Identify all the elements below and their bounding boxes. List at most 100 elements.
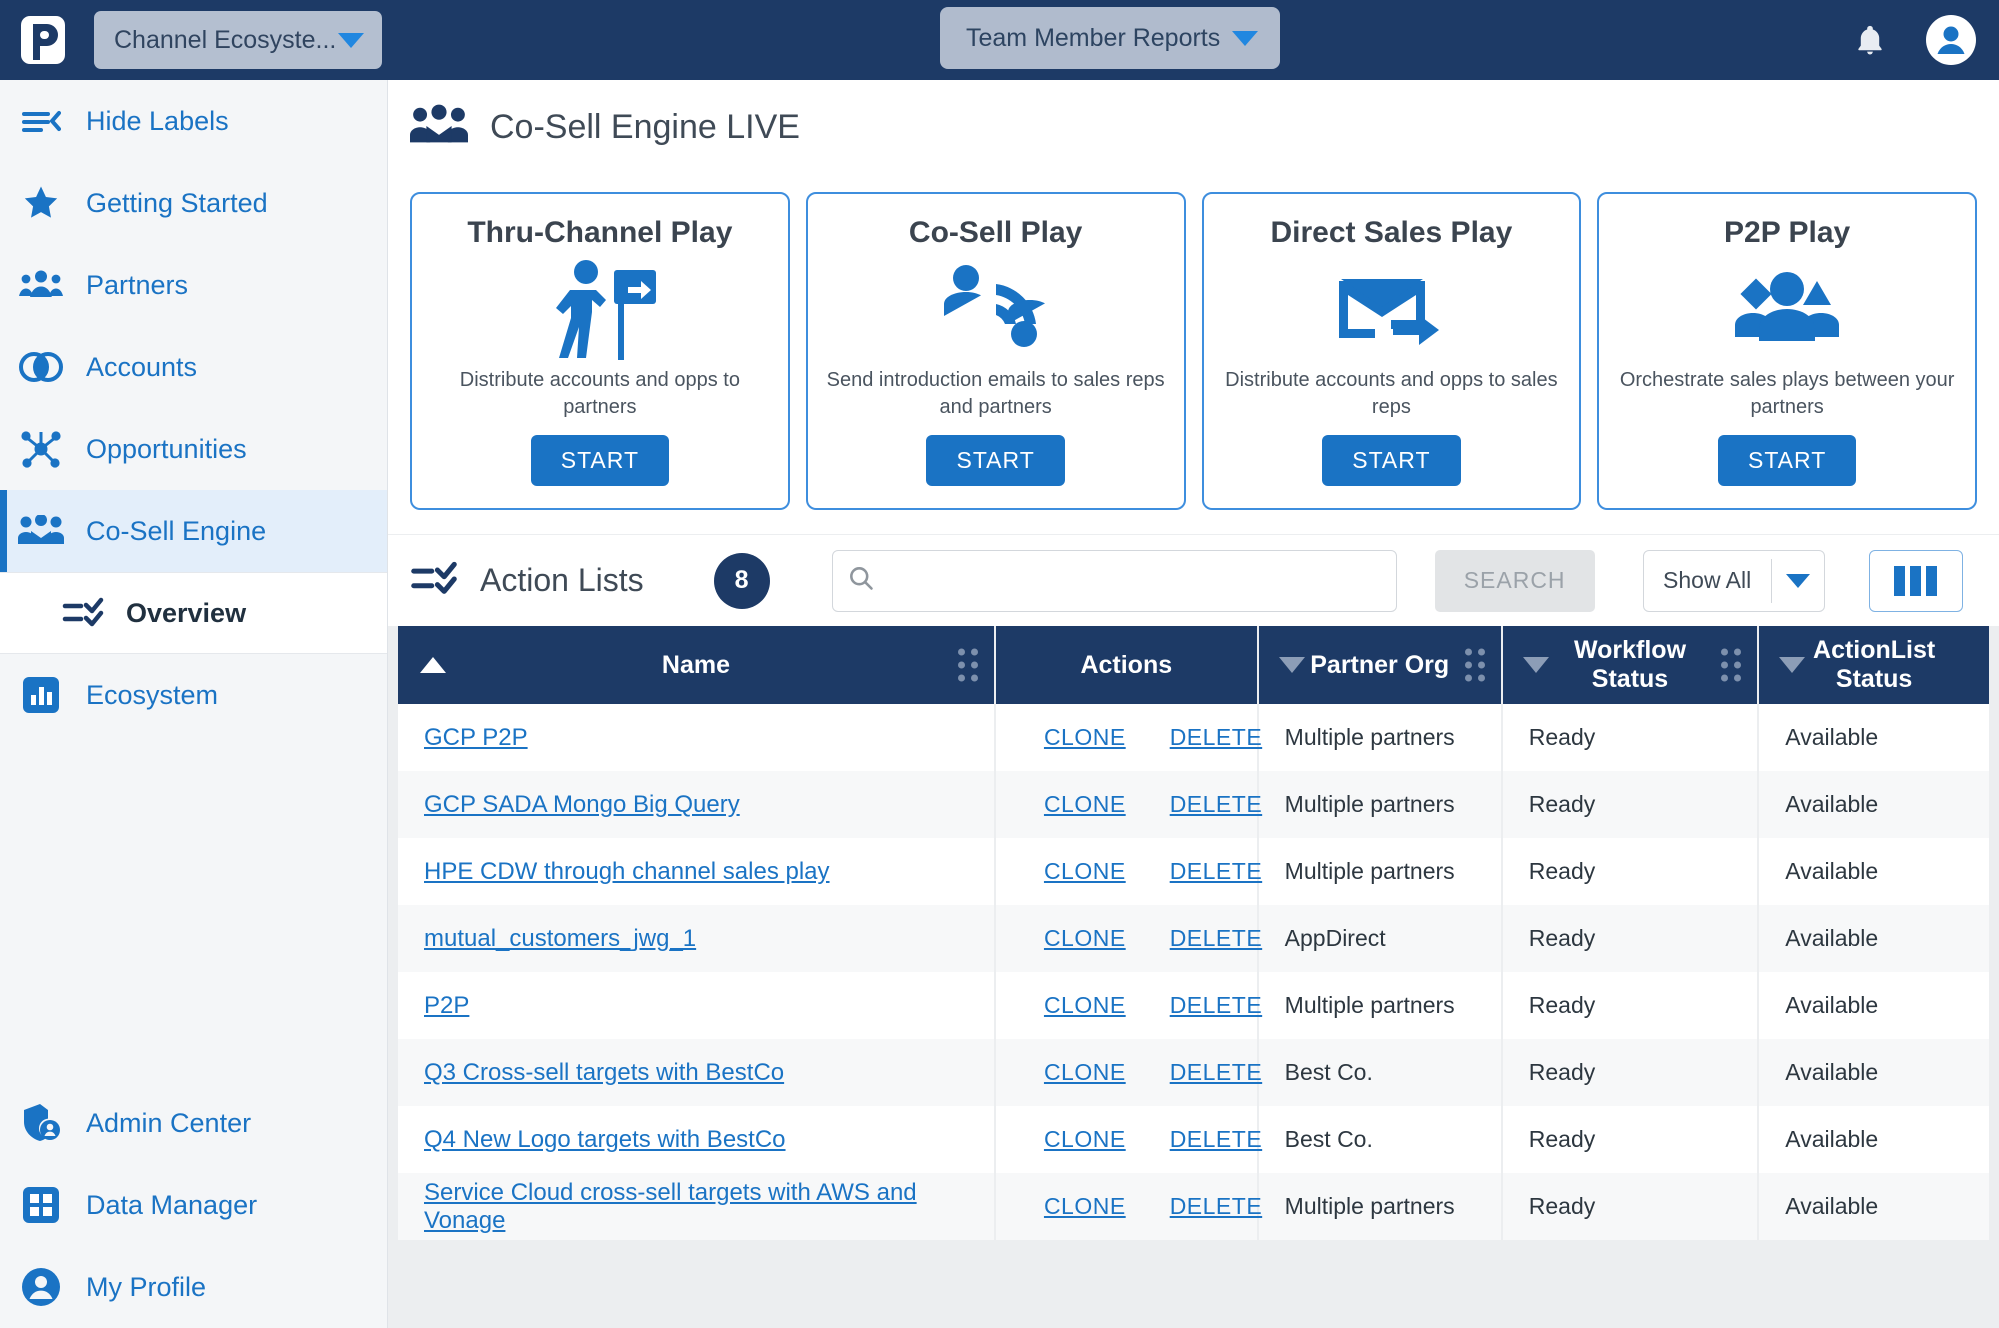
user-circle-icon: [18, 1264, 64, 1310]
delete-link[interactable]: DELETE: [1170, 791, 1262, 817]
filter-select[interactable]: Show All: [1643, 550, 1825, 612]
actionlist-link[interactable]: HPE CDW through channel sales play: [424, 858, 830, 885]
actionlist-link[interactable]: P2P: [424, 992, 469, 1019]
search-button[interactable]: SEARCH: [1435, 550, 1595, 612]
sort-ascending-icon[interactable]: [420, 657, 446, 673]
sidebar-bottom-group: Admin Center Data Manager: [0, 1082, 387, 1328]
sidebar-item-hide-labels[interactable]: Hide Labels: [0, 80, 387, 162]
sidebar-item-label: Admin Center: [86, 1108, 251, 1139]
sidebar-item-partners[interactable]: Partners: [0, 244, 387, 326]
sidebar-subitem-label: Overview: [126, 598, 246, 629]
delete-link[interactable]: DELETE: [1170, 992, 1262, 1018]
chevron-down-icon: [338, 33, 364, 48]
search-box[interactable]: [832, 550, 1397, 612]
sidebar-item-data-manager[interactable]: Data Manager: [0, 1164, 387, 1246]
actionlist-link[interactable]: Q4 New Logo targets with BestCo: [424, 1126, 786, 1153]
table-row[interactable]: Service Cloud cross-sell targets with AW…: [398, 1173, 1989, 1240]
delete-link[interactable]: DELETE: [1170, 858, 1262, 884]
org-selector-value: Channel Ecosyste...: [114, 26, 336, 55]
sidebar-item-co-sell-engine[interactable]: Co-Sell Engine: [0, 490, 387, 572]
column-resize-grip-icon[interactable]: [1465, 649, 1485, 682]
columns-icon[interactable]: [1869, 550, 1963, 612]
sidebar-item-accounts[interactable]: Accounts: [0, 326, 387, 408]
start-button-direct-sales[interactable]: START: [1322, 435, 1460, 486]
table-row[interactable]: GCP P2P CLONE DELETE Multiple partners Re…: [398, 704, 1989, 771]
table-row[interactable]: Q3 Cross-sell targets with BestCo CLONE D…: [398, 1039, 1989, 1106]
column-header-label: ActionList Status: [1813, 636, 1935, 693]
bell-icon[interactable]: [1853, 21, 1887, 59]
cell-workflow-status: Ready: [1503, 704, 1758, 771]
column-header-workflow-status[interactable]: Workflow Status: [1503, 626, 1758, 704]
actionlist-link[interactable]: GCP SADA Mongo Big Query: [424, 791, 740, 818]
cell-partner-org: Best Co.: [1259, 1039, 1501, 1106]
column-header-actions[interactable]: Actions: [996, 626, 1257, 704]
start-button-co-sell[interactable]: START: [926, 435, 1064, 486]
cell-workflow-status: Ready: [1503, 1106, 1758, 1173]
play-card-p2p[interactable]: P2P Play Orchestrate sales plays between…: [1597, 192, 1977, 510]
delete-link[interactable]: DELETE: [1170, 1126, 1262, 1152]
clone-link[interactable]: CLONE: [1044, 1059, 1126, 1085]
clone-link[interactable]: CLONE: [1044, 1193, 1126, 1219]
top-bar: Channel Ecosyste... Team Member Reports: [0, 0, 1999, 80]
column-resize-grip-icon[interactable]: [958, 649, 978, 682]
sort-descending-icon[interactable]: [1779, 657, 1805, 673]
start-button-p2p[interactable]: START: [1718, 435, 1856, 486]
table-row[interactable]: GCP SADA Mongo Big Query CLONEDELETE Mul…: [398, 771, 1989, 838]
sidebar-subitem-overview[interactable]: Overview: [0, 572, 387, 654]
play-card-thru-channel[interactable]: Thru-Channel Play Distribute accounts an…: [410, 192, 790, 510]
sidebar-item-admin-center[interactable]: Admin Center: [0, 1082, 387, 1164]
clone-link[interactable]: CLONE: [1044, 925, 1126, 951]
clone-link[interactable]: CLONE: [1044, 992, 1126, 1018]
actionlist-link[interactable]: GCP P2P: [424, 724, 528, 751]
sort-descending-icon[interactable]: [1279, 657, 1305, 673]
collapse-menu-icon: [18, 98, 64, 144]
action-lists-title: Action Lists: [480, 562, 644, 599]
delete-link[interactable]: DELETE: [1170, 1193, 1262, 1219]
reports-selector[interactable]: Team Member Reports: [940, 7, 1280, 69]
play-card-title: P2P Play: [1724, 216, 1850, 250]
delete-link[interactable]: DELETE: [1170, 1059, 1262, 1085]
play-cards-row: Thru-Channel Play Distribute accounts an…: [388, 174, 1999, 534]
panda-p-logo-icon[interactable]: [18, 14, 68, 66]
start-button-thru-channel[interactable]: START: [531, 435, 669, 486]
cell-actionlist-status: Available: [1759, 1173, 1989, 1240]
column-header-partner-org[interactable]: Partner Org: [1259, 626, 1501, 704]
actionlist-link[interactable]: mutual_customers_jwg_1: [424, 925, 696, 952]
cell-name: HPE CDW through channel sales play: [398, 838, 994, 905]
cell-actions: CLONEDELETE: [996, 972, 1257, 1039]
delete-link[interactable]: DELETE: [1170, 724, 1262, 750]
sidebar-item-label: Opportunities: [86, 434, 247, 465]
sidebar-item-getting-started[interactable]: Getting Started: [0, 162, 387, 244]
actionlist-link[interactable]: Service Cloud cross-sell targets with AW…: [424, 1179, 917, 1234]
clone-link[interactable]: CLONE: [1044, 1126, 1126, 1152]
play-card-direct-sales[interactable]: Direct Sales Play Distribute accounts an…: [1202, 192, 1582, 510]
delete-link[interactable]: DELETE: [1170, 925, 1262, 951]
column-header-actionlist-status[interactable]: ActionList Status: [1759, 626, 1989, 704]
table-row[interactable]: Q4 New Logo targets with BestCo CLONE DEL…: [398, 1106, 1989, 1173]
cell-name: Q4 New Logo targets with BestCo: [398, 1106, 994, 1173]
cell-name: P2P: [398, 972, 994, 1039]
sort-descending-icon[interactable]: [1523, 657, 1549, 673]
column-header-name[interactable]: Name: [398, 626, 994, 704]
sidebar-item-opportunities[interactable]: Opportunities: [0, 408, 387, 490]
user-avatar-icon[interactable]: [1925, 14, 1977, 66]
sidebar-item-ecosystem[interactable]: Ecosystem: [0, 654, 387, 736]
cell-partner-org: Multiple partners: [1259, 704, 1501, 771]
cell-actions: CLONEDELETE: [996, 838, 1257, 905]
table-row[interactable]: mutual_customers_jwg_1 CLONEDELETE AppDi…: [398, 905, 1989, 972]
play-card-co-sell[interactable]: Co-Sell Play Send introduction emails to…: [806, 192, 1186, 510]
column-resize-grip-icon[interactable]: [1721, 649, 1741, 682]
clone-link[interactable]: CLONE: [1044, 791, 1126, 817]
clone-link[interactable]: CLONE: [1044, 724, 1126, 750]
search-input[interactable]: [887, 567, 1382, 594]
org-selector[interactable]: Channel Ecosyste...: [94, 11, 382, 69]
cell-name: Q3 Cross-sell targets with BestCo: [398, 1039, 994, 1106]
sidebar-item-my-profile[interactable]: My Profile: [0, 1246, 387, 1328]
actionlist-link[interactable]: Q3 Cross-sell targets with BestCo: [424, 1059, 784, 1086]
table-row[interactable]: P2P CLONEDELETE Multiple partners Ready …: [398, 972, 1989, 1039]
columns-bar: [1926, 566, 1937, 596]
action-lists-count-badge: 8: [714, 553, 770, 609]
cell-actionlist-status: Available: [1759, 1106, 1989, 1173]
table-row[interactable]: HPE CDW through channel sales play CLONE…: [398, 838, 1989, 905]
clone-link[interactable]: CLONE: [1044, 858, 1126, 884]
